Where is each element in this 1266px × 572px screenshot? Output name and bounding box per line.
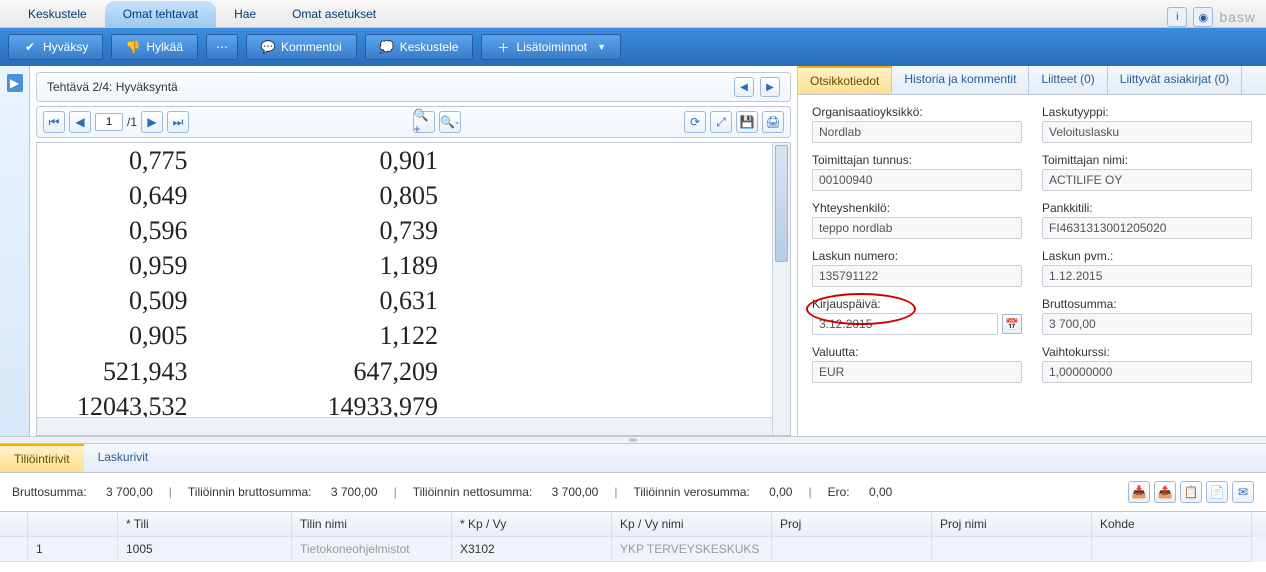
gross-value: 3 700,00 [1042, 313, 1252, 335]
task-next-button[interactable]: ▶ [760, 77, 780, 97]
discuss-button[interactable]: 💭Keskustele [365, 34, 474, 60]
grid-action-4[interactable]: 📄 [1206, 481, 1228, 503]
doc-horizontal-scrollbar[interactable] [37, 417, 772, 435]
document-viewer[interactable]: 0,775 0,649 0,596 0,959 0,509 0,905 521,… [36, 142, 791, 436]
col-kpvy-nimi[interactable]: Kp / Vy nimi [612, 512, 772, 537]
comment-button[interactable]: 💬Kommentoi [246, 34, 357, 60]
check-icon: ✔ [23, 40, 37, 54]
doc-column-1: 0,775 0,649 0,596 0,959 0,509 0,905 521,… [77, 143, 188, 424]
col-kohde[interactable]: Kohde [1092, 512, 1252, 537]
col-check[interactable] [0, 512, 28, 537]
expand-panel-button[interactable]: ▶ [7, 74, 23, 92]
tab-hae[interactable]: Hae [216, 1, 274, 27]
currency-value: EUR [812, 361, 1022, 383]
thumbs-down-icon: 👎 [126, 40, 140, 54]
col-proj-nimi[interactable]: Proj nimi [932, 512, 1092, 537]
coding-grid: * Tili Tilin nimi * Kp / Vy Kp / Vy nimi… [0, 511, 1266, 562]
tab-liittyvat[interactable]: Liittyvät asiakirjat (0) [1108, 66, 1242, 94]
supname-label: Toimittajan nimi: [1042, 153, 1252, 167]
calendar-icon[interactable]: 📅 [1002, 314, 1022, 334]
postdate-input[interactable] [812, 313, 998, 335]
col-tilin-nimi[interactable]: Tilin nimi [292, 512, 452, 537]
settings-icon[interactable]: ◉ [1193, 7, 1213, 27]
page-prev-button[interactable]: ◀ [69, 111, 91, 133]
invtype-label: Laskutyyppi: [1042, 105, 1252, 119]
page-next-button[interactable]: ▶ [141, 111, 163, 133]
bank-label: Pankkitili: [1042, 201, 1252, 215]
page-total: /1 [127, 115, 137, 129]
grid-action-2[interactable]: 📤 [1154, 481, 1176, 503]
invdate-label: Laskun pvm.: [1042, 249, 1252, 263]
page-first-button[interactable]: ⏮ [43, 111, 65, 133]
task-header: Tehtävä 2/4: Hyväksyntä ◀ ▶ [36, 72, 791, 102]
tab-omat-tehtavat[interactable]: Omat tehtavat [105, 1, 216, 27]
comment-icon: 💬 [261, 40, 275, 54]
more-actions-button[interactable]: ⋯ [206, 34, 238, 60]
page-number-input[interactable] [95, 113, 123, 131]
viewer-toolbar: ⏮ ◀ /1 ▶ ⏭ 🔍+ 🔍- ⟳ ⤢ 💾 🖨 [36, 106, 791, 138]
grid-action-3[interactable]: 📋 [1180, 481, 1202, 503]
col-proj[interactable]: Proj [772, 512, 932, 537]
left-gutter: ▶ [0, 66, 30, 436]
doc-column-2: 0,901 0,805 0,739 1,189 0,631 1,122 647,… [328, 143, 439, 424]
bank-value: FI4631313001205020 [1042, 217, 1252, 239]
zoom-in-button[interactable]: 🔍+ [413, 111, 435, 133]
plus-icon: ＋ [496, 40, 510, 54]
tab-tiliointirivit[interactable]: Tiliöintirivit [0, 444, 84, 472]
tab-liitteet[interactable]: Liitteet (0) [1029, 66, 1107, 94]
table-row[interactable]: 1 1005 Tietokoneohjelmistot X3102 YKP TE… [0, 537, 1266, 562]
tab-historia[interactable]: Historia ja kommentit [892, 66, 1029, 94]
info-icon[interactable]: i [1167, 7, 1187, 27]
task-prev-button[interactable]: ◀ [734, 77, 754, 97]
summary-row: Bruttosumma: 3 700,00 | Tiliöinnin brutt… [0, 473, 1266, 511]
col-num[interactable] [28, 512, 118, 537]
contact-value: teppo nordlab [812, 217, 1022, 239]
tab-keskustele[interactable]: Keskustele [10, 1, 105, 27]
invnum-label: Laskun numero: [812, 249, 1022, 263]
col-kpvy[interactable]: * Kp / Vy [452, 512, 612, 537]
fit-width-button[interactable]: ⤢ [710, 111, 732, 133]
details-panel: Otsikkotiedot Historia ja kommentit Liit… [798, 66, 1266, 436]
org-value: Nordlab [812, 121, 1022, 143]
tab-omat-asetukset[interactable]: Omat asetukset [274, 1, 394, 27]
tab-laskurivit[interactable]: Laskurivit [84, 444, 163, 472]
doc-vertical-scrollbar[interactable] [772, 143, 790, 435]
action-toolbar: ✔Hyväksy 👎Hylkää ⋯ 💬Kommentoi 💭Keskustel… [0, 28, 1266, 66]
supname-value: ACTILIFE OY [1042, 169, 1252, 191]
invdate-value: 1.12.2015 [1042, 265, 1252, 287]
supcode-value: 00100940 [812, 169, 1022, 191]
task-title: Tehtävä 2/4: Hyväksyntä [47, 80, 178, 94]
zoom-out-button[interactable]: 🔍- [439, 111, 461, 133]
invnum-value: 135791122 [812, 265, 1022, 287]
gross-label: Bruttosumma: [1042, 297, 1252, 311]
top-nav: Keskustele Omat tehtavat Hae Omat asetuk… [0, 0, 1266, 28]
reject-button[interactable]: 👎Hylkää [111, 34, 198, 60]
extra-actions-button[interactable]: ＋Lisätoiminnot▼ [481, 34, 621, 60]
contact-label: Yhteyshenkilö: [812, 201, 1022, 215]
chevron-down-icon: ▼ [597, 42, 606, 52]
rate-value: 1,00000000 [1042, 361, 1252, 383]
org-label: Organisaatioyksikkö: [812, 105, 1022, 119]
col-tili[interactable]: * Tili [118, 512, 292, 537]
tab-otsikkotiedot[interactable]: Otsikkotiedot [798, 66, 892, 94]
currency-label: Valuutta: [812, 345, 1022, 359]
page-last-button[interactable]: ⏭ [167, 111, 189, 133]
postdate-label: Kirjauspäivä: [812, 297, 1022, 311]
chat-icon: 💭 [380, 40, 394, 54]
save-doc-button[interactable]: 💾 [736, 111, 758, 133]
dots-icon: ⋯ [215, 40, 229, 54]
approve-button[interactable]: ✔Hyväksy [8, 34, 103, 60]
grid-action-1[interactable]: 📥 [1128, 481, 1150, 503]
supcode-label: Toimittajan tunnus: [812, 153, 1022, 167]
rotate-button[interactable]: ⟳ [684, 111, 706, 133]
invtype-value: Veloituslasku [1042, 121, 1252, 143]
horizontal-splitter[interactable]: ═ [0, 436, 1266, 444]
print-button[interactable]: 🖨 [762, 111, 784, 133]
rate-label: Vaihtokurssi: [1042, 345, 1252, 359]
grid-action-5[interactable]: ✉ [1232, 481, 1254, 503]
brand-logo: basw [1219, 9, 1256, 25]
